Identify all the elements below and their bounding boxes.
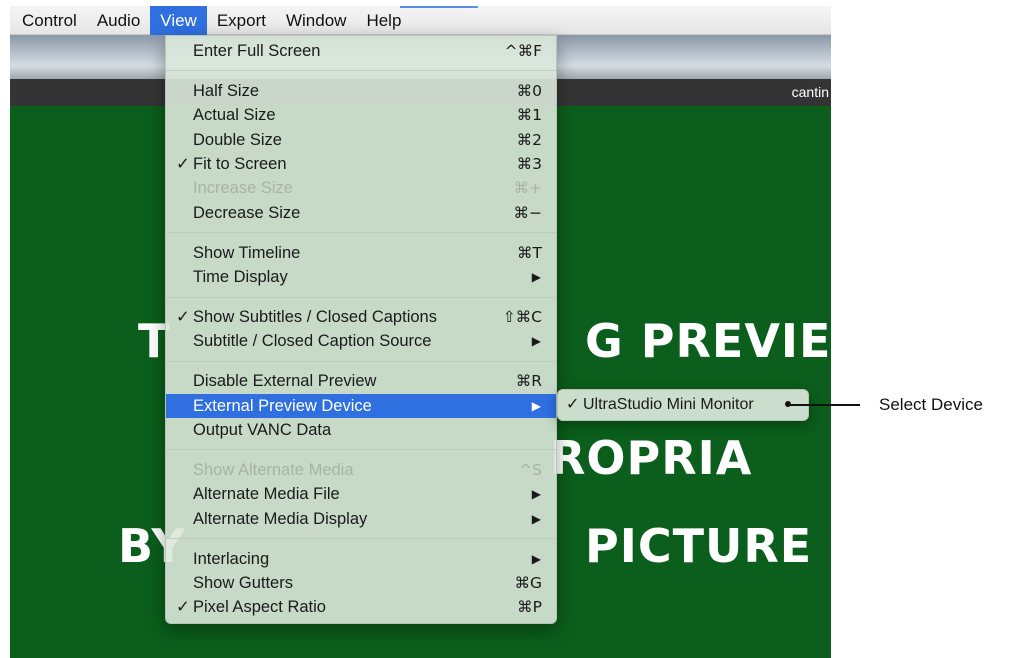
submenu-arrow-icon: ▶ <box>531 511 541 526</box>
external-preview-device-submenu: ✓ UltraStudio Mini Monitor <box>557 389 809 421</box>
menu-item-label: Fit to Screen <box>193 155 287 174</box>
menu-item-half-size[interactable]: Half Size ⌘0 <box>166 79 556 103</box>
submenu-arrow-icon: ▶ <box>531 334 541 349</box>
menu-item-label: External Preview Device <box>193 396 372 415</box>
submenu-arrow-icon: ▶ <box>531 551 541 566</box>
submenu-item-label: UltraStudio Mini Monitor <box>583 396 754 413</box>
keyboard-shortcut: ⌘P <box>517 598 542 617</box>
keyboard-shortcut: ⌘T <box>517 243 542 262</box>
checkmark-icon: ✓ <box>176 308 190 327</box>
callout-leader-line <box>785 401 860 407</box>
menu-control[interactable]: Control <box>10 6 87 35</box>
menu-item-label: Show Gutters <box>193 574 293 593</box>
menu-item-double-size[interactable]: Double Size ⌘2 <box>166 128 556 152</box>
video-text-line1-right: G PREVIEV <box>585 314 831 368</box>
submenu-arrow-icon: ▶ <box>531 270 541 285</box>
submenu-arrow-icon: ▶ <box>531 398 541 413</box>
menu-bar: Control Audio View Export Window Help <box>10 5 831 35</box>
menu-item-output-vanc-data[interactable]: Output VANC Data <box>166 418 556 442</box>
view-menu: Enter Full Screen ^⌘F Half Size ⌘0 Actual Si… <box>165 35 557 624</box>
menu-separator <box>166 63 556 79</box>
menu-item-label: Half Size <box>193 81 260 100</box>
menu-item-label: Output VANC Data <box>193 421 332 440</box>
keyboard-shortcut: ^S <box>519 460 542 479</box>
menu-item-label: Show Alternate Media <box>193 460 354 479</box>
menu-separator <box>166 354 556 370</box>
keyboard-shortcut: ⌘R <box>515 372 542 391</box>
window-title: cantin <box>791 84 829 100</box>
menu-item-label: Disable External Preview <box>193 372 377 391</box>
menu-audio[interactable]: Audio <box>87 6 150 35</box>
menu-item-external-preview-device[interactable]: External Preview Device ▶ <box>166 393 556 419</box>
menubar-accent-line <box>400 6 478 8</box>
menu-separator <box>166 442 556 458</box>
menu-item-label: Enter Full Screen <box>193 42 321 60</box>
checkmark-icon: ✓ <box>176 155 190 174</box>
menu-separator <box>166 290 556 306</box>
menu-item-label: Pixel Aspect Ratio <box>193 598 326 617</box>
menu-export[interactable]: Export <box>207 6 276 35</box>
video-text-line2-right: ROPRIA <box>550 431 753 485</box>
menu-item-label: Time Display <box>193 268 288 287</box>
menu-help[interactable]: Help <box>356 6 411 35</box>
menu-item-label: Subtitle / Closed Caption Source <box>193 332 432 351</box>
menu-window[interactable]: Window <box>276 6 356 35</box>
checkmark-icon: ✓ <box>176 598 190 617</box>
menu-item-enter-full-screen[interactable]: Enter Full Screen ^⌘F <box>166 39 556 63</box>
keyboard-shortcut: ⌘1 <box>516 106 542 125</box>
menu-item-fit-to-screen[interactable]: ✓ Fit to Screen ⌘3 <box>166 152 556 176</box>
keyboard-shortcut: ⌘− <box>513 203 543 222</box>
menu-separator <box>166 225 556 241</box>
menu-item-label: Double Size <box>193 130 282 149</box>
menu-item-show-timeline[interactable]: Show Timeline ⌘T <box>166 241 556 265</box>
menu-item-pixel-aspect-ratio[interactable]: ✓ Pixel Aspect Ratio ⌘P <box>166 595 556 619</box>
keyboard-shortcut: ⌘0 <box>516 81 542 100</box>
menu-item-label: Increase Size <box>193 179 293 198</box>
menu-item-show-alternate-media: Show Alternate Media ^S <box>166 458 556 482</box>
menu-item-label: Alternate Media Display <box>193 509 368 528</box>
menu-item-show-gutters[interactable]: Show Gutters ⌘G <box>166 571 556 595</box>
menu-item-increase-size: Increase Size ⌘+ <box>166 176 556 200</box>
checkmark-icon: ✓ <box>566 396 580 413</box>
menu-item-label: Show Timeline <box>193 243 301 262</box>
submenu-arrow-icon: ▶ <box>531 487 541 502</box>
menu-item-label: Decrease Size <box>193 203 301 222</box>
menu-view[interactable]: View <box>150 5 207 35</box>
menu-separator <box>166 531 556 547</box>
menu-item-label: Show Subtitles / Closed Captions <box>193 308 437 327</box>
menu-item-subtitle-closed-caption-source[interactable]: Subtitle / Closed Caption Source ▶ <box>166 329 556 353</box>
menu-item-alternate-media-file[interactable]: Alternate Media File ▶ <box>166 482 556 506</box>
menu-item-label: Interlacing <box>193 549 270 568</box>
menu-item-alternate-media-display[interactable]: Alternate Media Display ▶ <box>166 507 556 531</box>
keyboard-shortcut: ^⌘F <box>504 42 542 60</box>
menu-item-decrease-size[interactable]: Decrease Size ⌘− <box>166 201 556 225</box>
menu-item-time-display[interactable]: Time Display ▶ <box>166 265 556 289</box>
keyboard-shortcut: ⌘G <box>514 574 542 593</box>
menu-item-label: Actual Size <box>193 106 276 125</box>
menu-item-actual-size[interactable]: Actual Size ⌘1 <box>166 103 556 127</box>
menu-item-disable-external-preview[interactable]: Disable External Preview ⌘R <box>166 369 556 393</box>
keyboard-shortcut: ⇧⌘C <box>502 308 542 327</box>
keyboard-shortcut: ⌘+ <box>513 179 543 198</box>
menu-item-show-subtitles-closed-captions[interactable]: ✓ Show Subtitles / Closed Captions ⇧⌘C <box>166 305 556 329</box>
keyboard-shortcut: ⌘2 <box>516 130 542 149</box>
keyboard-shortcut: ⌘3 <box>516 155 542 174</box>
menu-item-label: Alternate Media File <box>193 485 340 504</box>
video-text-line3-right: PICTURE <box>585 519 813 573</box>
callout-label: Select Device <box>879 395 983 414</box>
menu-item-interlacing[interactable]: Interlacing ▶ <box>166 547 556 571</box>
